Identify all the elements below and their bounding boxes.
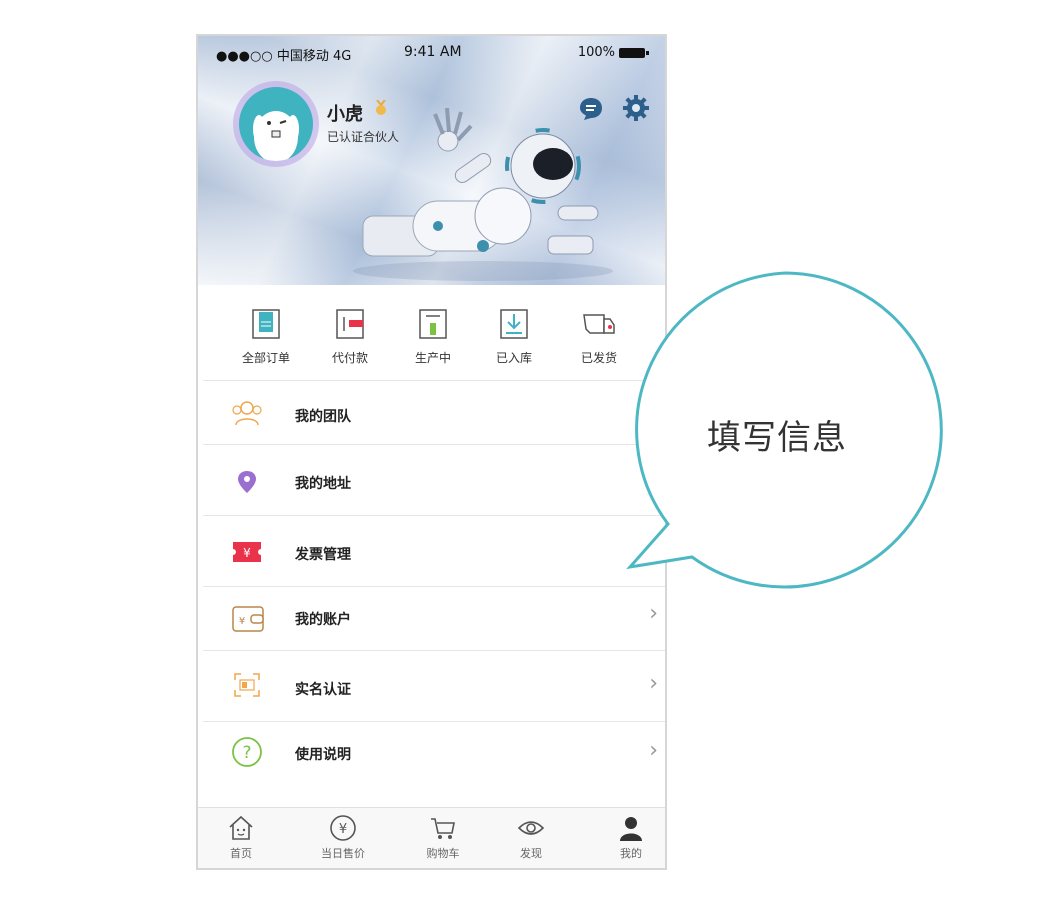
battery-label: 100%	[577, 45, 615, 60]
pending-payment-icon	[336, 309, 364, 339]
tab-me[interactable]: 我的	[591, 814, 665, 861]
order-all-label: 全部订单	[241, 351, 290, 365]
menu-label-address: 我的地址	[295, 476, 351, 492]
menu-label-help: 使用说明	[295, 747, 351, 763]
id-scan-icon	[234, 673, 260, 697]
person-icon	[620, 817, 642, 841]
status-bar: ●●●○○ 中国移动 4G 9:41 AM 100%	[198, 36, 665, 70]
message-icon[interactable]	[578, 96, 604, 122]
order-in-production[interactable]: 生产中	[393, 307, 473, 366]
menu-label-invoice: 发票管理	[295, 547, 351, 563]
battery-icon	[619, 47, 649, 58]
rabbit-avatar-icon	[253, 111, 299, 161]
menu-item-invoice[interactable]: ¥ 发票管理	[203, 515, 665, 587]
team-icon	[232, 401, 262, 426]
order-instock-label: 已入库	[495, 351, 532, 365]
svg-text:¥: ¥	[339, 822, 347, 837]
svg-text:¥: ¥	[239, 616, 245, 627]
order-status-row: 全部订单 代付款 生产中 已入库 已发货	[198, 285, 665, 380]
menu-label-team: 我的团队	[295, 409, 351, 425]
order-pending-label: 代付款	[331, 351, 368, 365]
medal-icon	[376, 100, 386, 115]
bottom-tab-bar: 首页 ¥ 当日售价 购物车 发现 我的	[198, 807, 665, 868]
tab-home[interactable]: 首页	[201, 814, 281, 861]
order-shipped-label: 已发货	[580, 351, 617, 365]
menu-item-address[interactable]: 我的地址	[203, 444, 665, 516]
avatar[interactable]	[239, 87, 313, 161]
in-stock-icon	[500, 309, 528, 339]
eye-icon	[517, 821, 545, 835]
svg-text:?: ?	[242, 743, 251, 763]
yuan-icon: ¥	[330, 815, 356, 841]
tab-daily-price-label: 当日售价	[321, 847, 365, 860]
tab-me-label: 我的	[620, 847, 642, 860]
menu-item-account[interactable]: ¥ 我的账户 ›	[203, 586, 665, 651]
settings-gear-icon[interactable]	[622, 94, 650, 122]
all-orders-icon	[252, 309, 280, 339]
location-pin-icon	[238, 471, 256, 493]
shipped-truck-icon	[583, 314, 615, 334]
invoice-ticket-icon: ¥	[233, 542, 261, 562]
username: 小虎	[327, 104, 363, 125]
menu-item-verification[interactable]: 实名认证 ›	[203, 650, 665, 722]
order-production-label: 生产中	[414, 351, 451, 365]
order-pending-payment[interactable]: 代付款	[310, 307, 390, 366]
tab-discover-label: 发现	[520, 847, 542, 860]
wallet-icon: ¥	[232, 606, 264, 632]
svg-text:¥: ¥	[243, 546, 251, 560]
help-icon: ?	[232, 737, 262, 767]
chevron-right-icon: ›	[649, 671, 658, 696]
chevron-right-icon: ›	[649, 601, 658, 626]
home-icon	[229, 815, 253, 840]
battery-status: 100%	[577, 45, 649, 60]
tab-discover[interactable]: 发现	[491, 814, 571, 861]
menu-label-verification: 实名认证	[295, 682, 351, 698]
profile-banner: ●●●○○ 中国移动 4G 9:41 AM 100% 小虎 已认证合伙人	[198, 36, 665, 285]
menu-item-help[interactable]: ? 使用说明 ›	[203, 721, 665, 810]
clock: 9:41 AM	[404, 44, 462, 60]
cart-icon	[431, 818, 455, 839]
tab-cart-label: 购物车	[426, 847, 460, 860]
tab-daily-price[interactable]: ¥ 当日售价	[303, 814, 383, 861]
callout-text: 填写信息	[707, 418, 847, 458]
tab-home-label: 首页	[230, 847, 252, 860]
menu-label-account: 我的账户	[295, 612, 351, 628]
chevron-right-icon: ›	[649, 738, 658, 763]
menu-item-team[interactable]: 我的团队	[203, 380, 665, 445]
phone-screen: ●●●○○ 中国移动 4G 9:41 AM 100% 小虎 已认证合伙人 全部订…	[196, 34, 667, 870]
order-in-stock[interactable]: 已入库	[474, 307, 554, 366]
tab-cart[interactable]: 购物车	[403, 814, 483, 861]
partner-status: 已认证合伙人	[327, 130, 400, 144]
in-production-icon	[419, 309, 447, 339]
order-all[interactable]: 全部订单	[226, 307, 306, 366]
carrier-label: ●●●○○ 中国移动 4G	[216, 49, 352, 64]
